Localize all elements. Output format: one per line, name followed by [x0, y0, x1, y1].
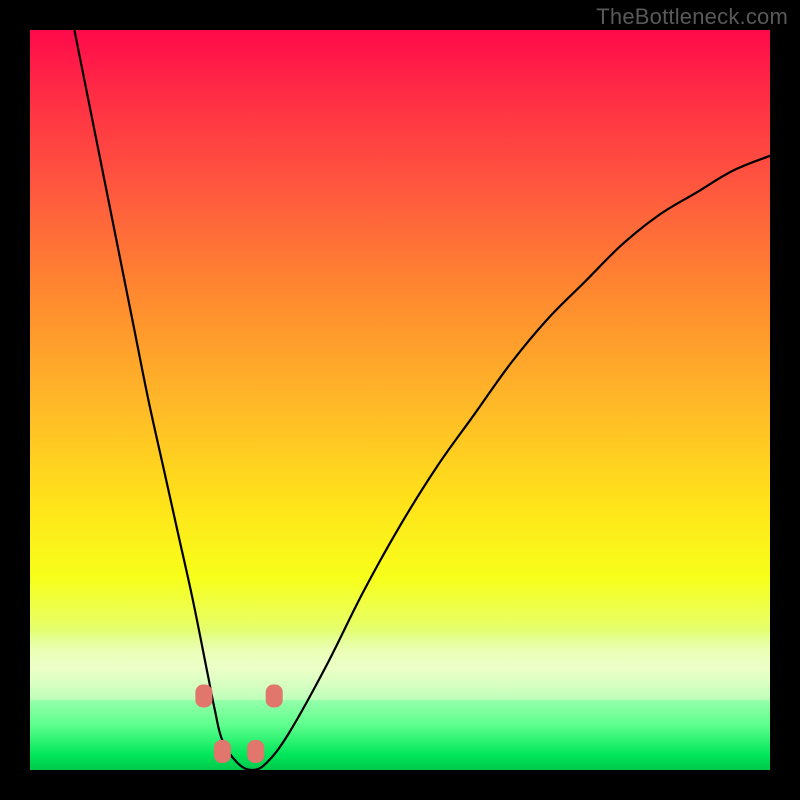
chart-frame: TheBottleneck.com: [0, 0, 800, 800]
bottleneck-curve: [74, 30, 770, 770]
marker-right-upper: [266, 685, 282, 707]
marker-left-upper: [196, 685, 212, 707]
curve-markers: [196, 685, 282, 763]
marker-right-lower: [248, 741, 264, 763]
plot-area: [30, 30, 770, 770]
watermark-text: TheBottleneck.com: [596, 4, 788, 30]
marker-left-lower: [214, 741, 230, 763]
curve-svg: [30, 30, 770, 770]
